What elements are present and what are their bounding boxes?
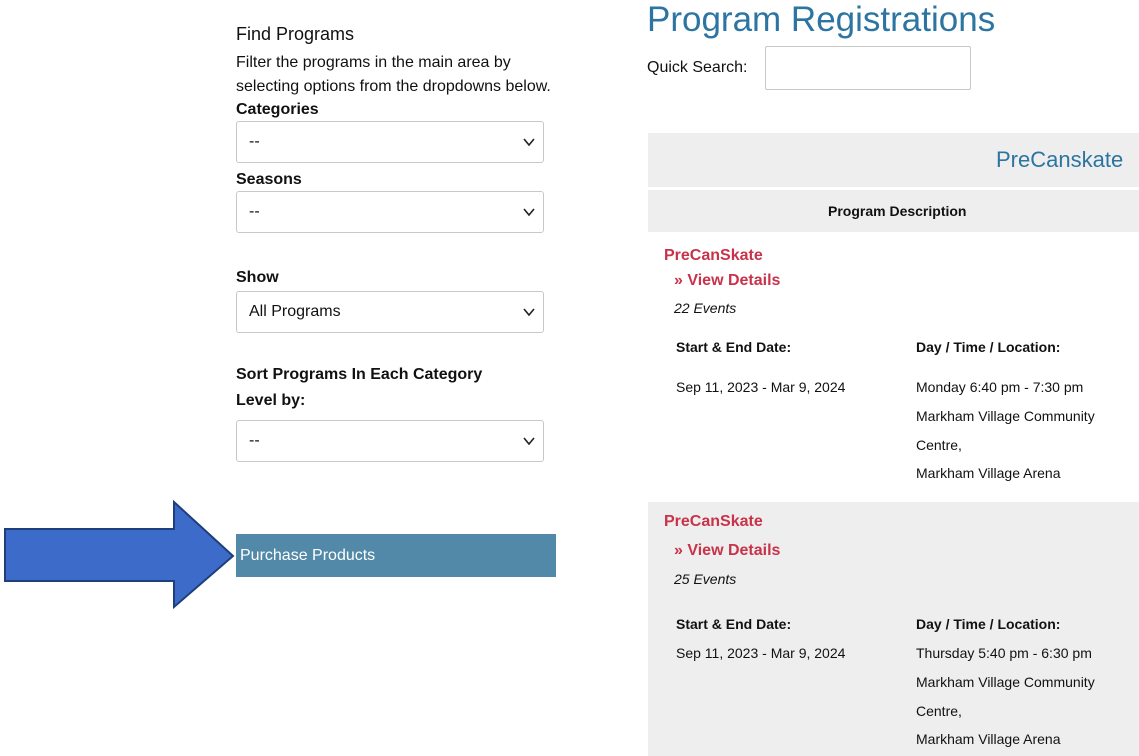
chevron-down-icon	[523, 138, 535, 147]
location-line: Markham Village Community	[916, 408, 1095, 424]
location-line: Markham Village Community	[916, 674, 1095, 690]
level-by-label: Level by:	[236, 392, 306, 409]
category-header: PreCanskate	[648, 133, 1139, 187]
chevron-down-icon	[523, 437, 535, 446]
location-label: Day / Time / Location:	[916, 339, 1061, 355]
event-count: 22 Events	[674, 300, 737, 316]
session-time: Thursday 5:40 pm - 6:30 pm	[916, 645, 1092, 661]
location-line: Centre,	[916, 437, 962, 453]
date-label: Start & End Date:	[676, 339, 792, 355]
session-time: Monday 6:40 pm - 7:30 pm	[916, 379, 1084, 395]
event-count: 25 Events	[674, 571, 737, 587]
program-name-link[interactable]: PreCanSkate	[664, 513, 763, 531]
show-select[interactable]: All Programs	[236, 291, 544, 333]
page: Find Programs Filter the programs in the…	[0, 0, 1139, 756]
view-details-link[interactable]: » View Details	[674, 272, 780, 290]
program-name-link[interactable]: PreCanSkate	[664, 247, 763, 265]
page-title: Program Registrations	[647, 0, 996, 39]
show-label: Show	[236, 269, 279, 286]
categories-label: Categories	[236, 101, 319, 118]
date-value: Sep 11, 2023 - Mar 9, 2024	[676, 379, 846, 395]
date-label: Start & End Date:	[676, 616, 792, 632]
program-row: PreCanSkate » View Details 25 Events Sta…	[648, 502, 1139, 756]
show-selected-value: All Programs	[249, 303, 341, 320]
seasons-label: Seasons	[236, 171, 302, 188]
location-line: Markham Village Arena	[916, 465, 1061, 481]
location-label: Day / Time / Location:	[916, 616, 1061, 632]
table-column-header: Program Description	[648, 190, 1139, 232]
program-row: PreCanSkate » View Details 22 Events Sta…	[648, 247, 1139, 499]
sidebar-title: Find Programs	[236, 24, 355, 44]
filter-sidebar: Find Programs Filter the programs in the…	[236, 22, 556, 577]
chevron-down-icon	[523, 208, 535, 217]
program-description-header: Program Description	[828, 203, 967, 219]
quick-search-input[interactable]	[765, 46, 971, 90]
view-details-link[interactable]: » View Details	[674, 542, 780, 560]
location-line: Centre,	[916, 703, 962, 719]
chevron-down-icon	[523, 308, 535, 317]
level-selected-value: --	[249, 432, 260, 449]
right-arrow-icon	[4, 500, 235, 610]
categories-selected-value: --	[249, 133, 260, 150]
seasons-select[interactable]: --	[236, 191, 544, 233]
sort-label: Sort Programs In Each Category	[236, 366, 483, 383]
purchase-products-button[interactable]: Purchase Products	[236, 534, 556, 577]
quick-search-label: Quick Search:	[647, 59, 748, 76]
location-line: Markham Village Arena	[916, 731, 1061, 747]
sidebar-description: Filter the programs in the main area by …	[236, 54, 551, 95]
date-value: Sep 11, 2023 - Mar 9, 2024	[676, 645, 846, 661]
seasons-selected-value: --	[249, 203, 260, 220]
category-name: PreCanskate	[996, 147, 1124, 172]
categories-select[interactable]: --	[236, 121, 544, 163]
level-select[interactable]: --	[236, 420, 544, 462]
